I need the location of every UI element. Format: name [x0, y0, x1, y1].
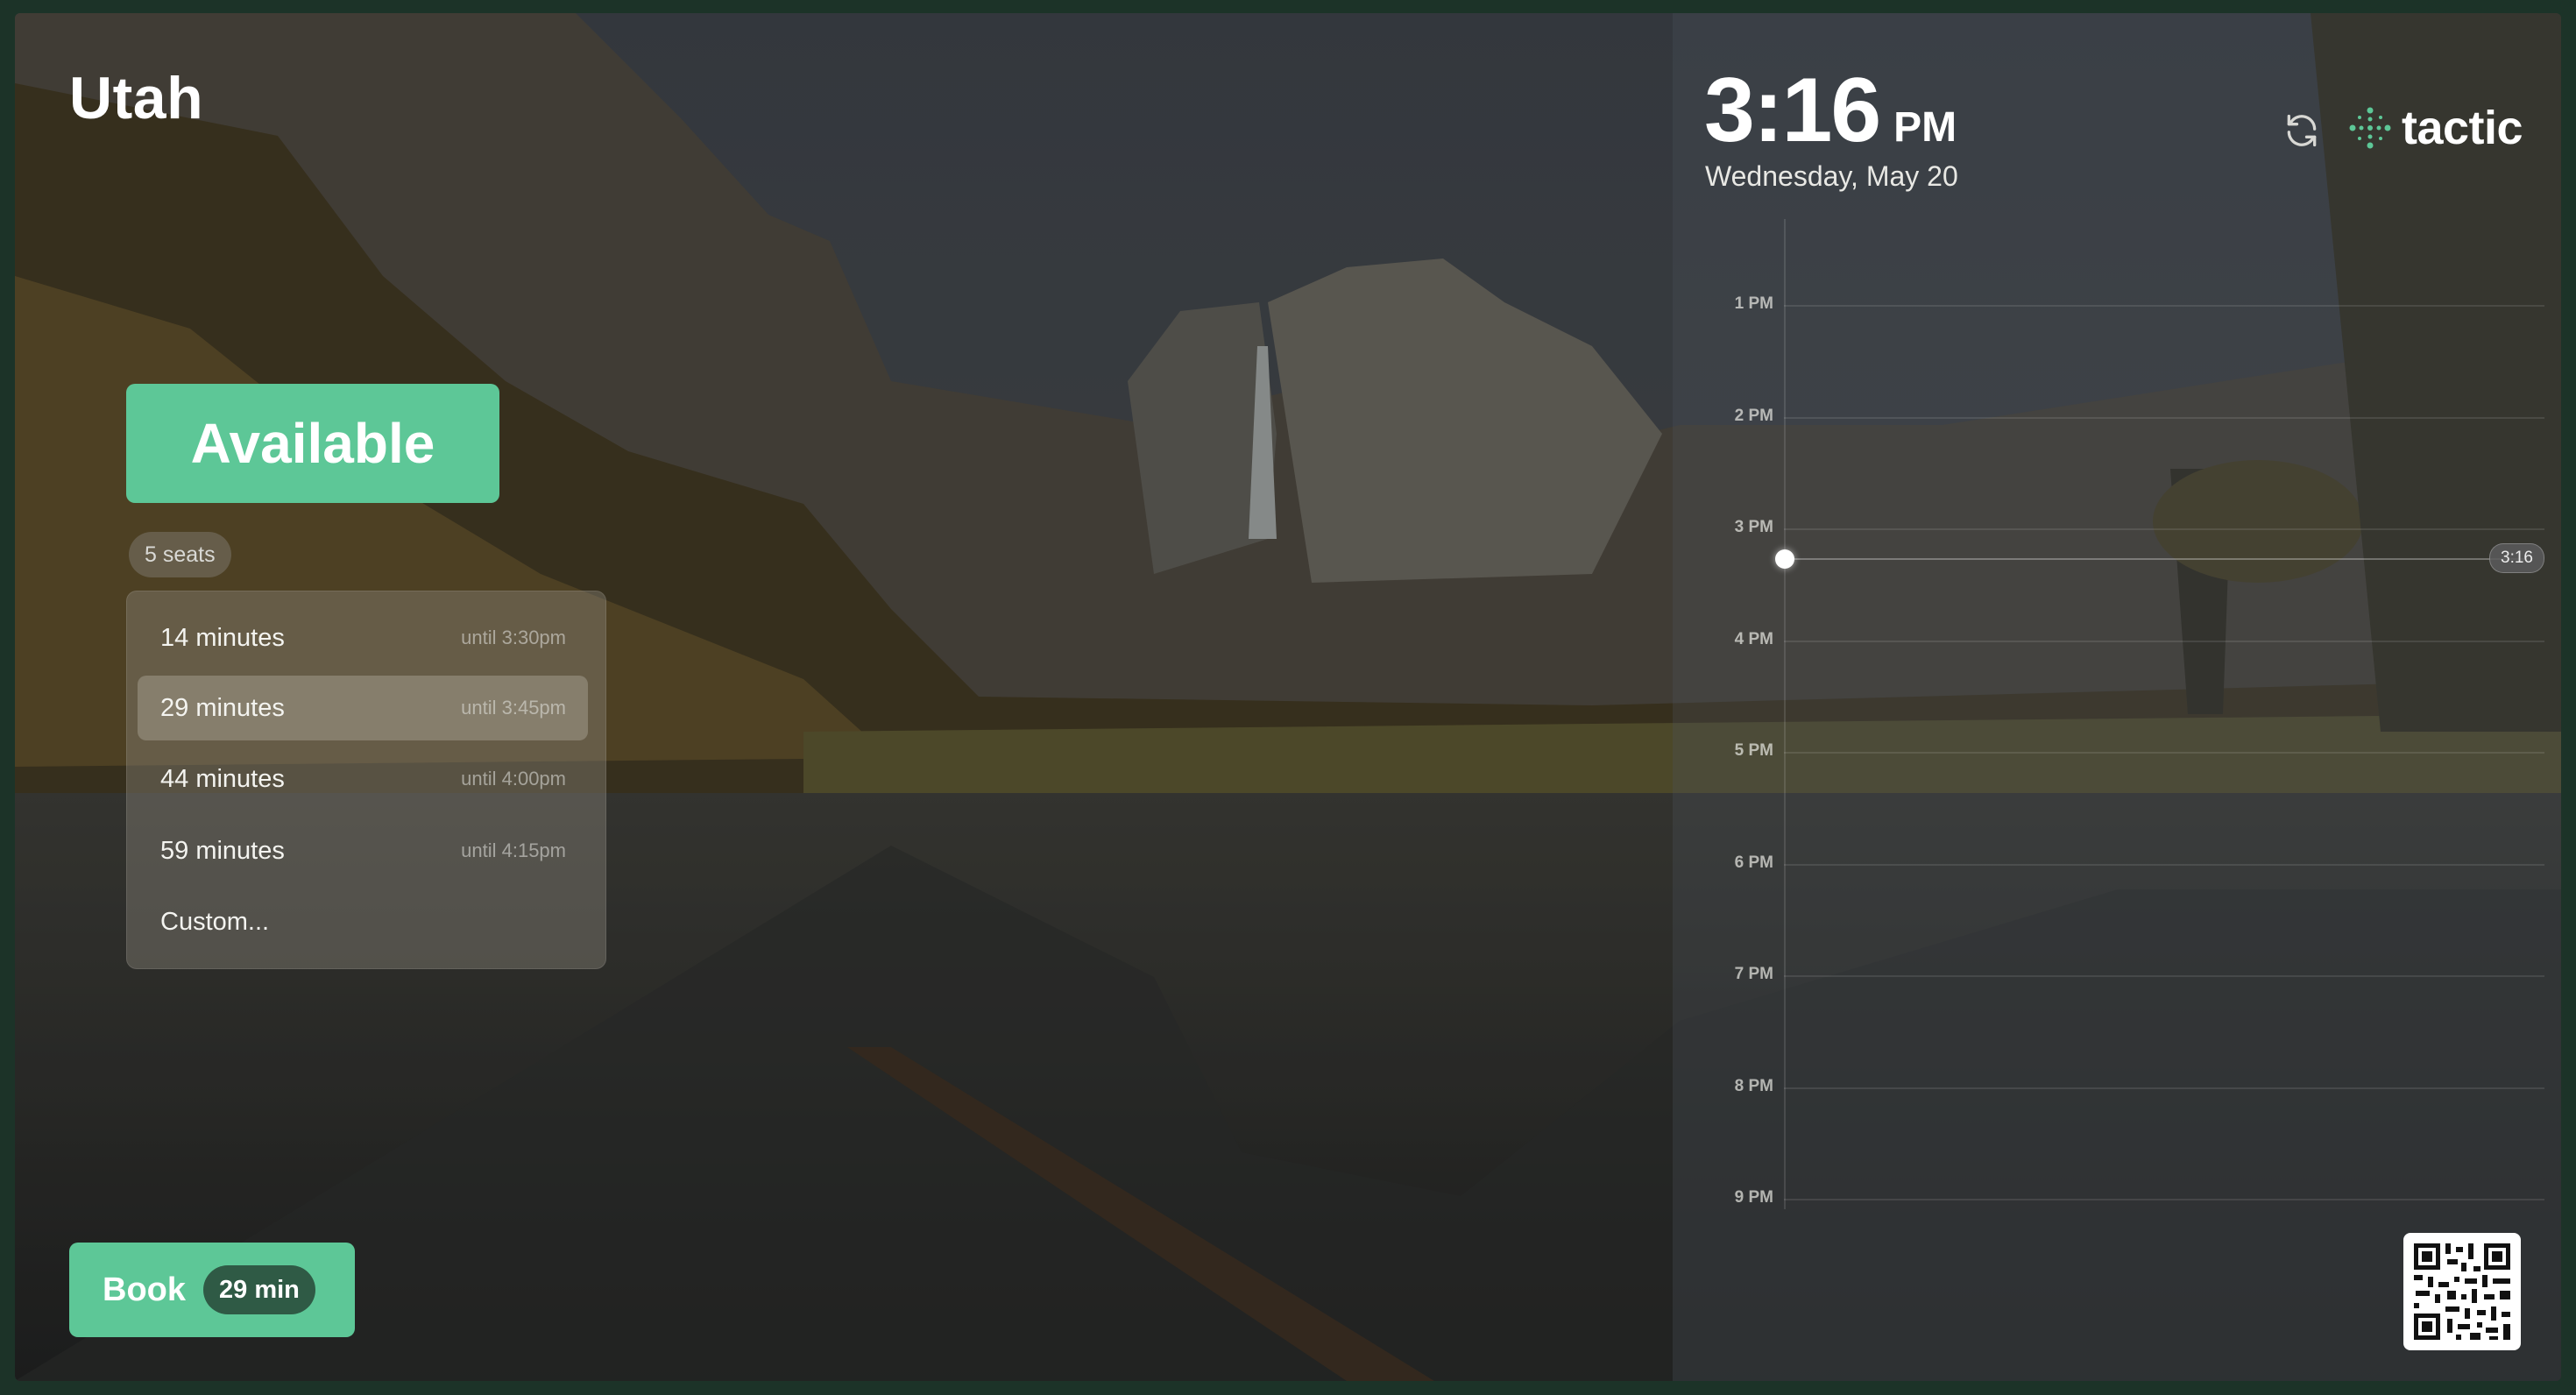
duration-menu: 14 minutes until 3:30pm 29 minutes until…: [126, 591, 606, 969]
timeline-hour-line: [1784, 752, 2544, 754]
duration-option-label: 44 minutes: [160, 764, 285, 793]
duration-option-14-minutes[interactable]: 14 minutes until 3:30pm: [138, 605, 588, 670]
book-button[interactable]: Book 29 min: [69, 1243, 355, 1337]
timeline-hour-line: [1784, 416, 2544, 419]
timeline-hour-label: 6 PM: [1734, 853, 1773, 872]
timeline-hour-label: 8 PM: [1734, 1076, 1773, 1095]
duration-option-until: until 3:30pm: [461, 627, 566, 648]
timeline-hour-line: [1784, 528, 2544, 530]
duration-option-label: 29 minutes: [160, 693, 285, 722]
duration-option-29-minutes[interactable]: 29 minutes until 3:45pm: [138, 676, 588, 740]
seats-capacity-pill: 5 seats: [129, 532, 231, 577]
timeline-hour-line: [1784, 1087, 2544, 1089]
book-duration-chip: 29 min: [203, 1265, 315, 1314]
timeline-axis: [1784, 219, 1786, 1209]
duration-option-label: 59 minutes: [160, 836, 285, 865]
timeline-hour-label: 2 PM: [1734, 406, 1773, 425]
duration-option-59-minutes[interactable]: 59 minutes until 4:15pm: [138, 818, 588, 883]
duration-option-label: 14 minutes: [160, 623, 285, 652]
qr-code-icon[interactable]: [2403, 1233, 2521, 1350]
room-title: Utah: [69, 65, 204, 131]
current-time-line: [1784, 558, 2527, 560]
current-time-chip: 3:16: [2489, 543, 2544, 573]
book-button-label: Book: [103, 1271, 186, 1308]
current-time-dot: [1775, 549, 1794, 569]
timeline-hour-label: 9 PM: [1734, 1188, 1773, 1207]
timeline-hour-line: [1784, 975, 2544, 977]
duration-option-until: until 4:15pm: [461, 839, 566, 861]
timeline-hour-line: [1784, 863, 2544, 866]
duration-option-custom[interactable]: Custom...: [138, 889, 588, 954]
timeline-hour-label: 1 PM: [1734, 294, 1773, 313]
timeline-hour-label: 5 PM: [1734, 741, 1773, 760]
duration-option-label: Custom...: [160, 907, 270, 936]
timeline-hour-line: [1784, 640, 2544, 642]
qr-code-graphic: [2414, 1243, 2510, 1340]
availability-status-label: Available: [190, 412, 435, 475]
timeline-hour-label: 4 PM: [1734, 629, 1773, 648]
duration-option-until: until 4:00pm: [461, 768, 566, 790]
room-display-screen: Utah Available 5 seats 14 minutes until …: [15, 13, 2561, 1381]
duration-option-44-minutes[interactable]: 44 minutes until 4:00pm: [138, 747, 588, 811]
schedule-timeline: 1 PM 2 PM 3 PM 4 PM 5 PM 6 PM 7 PM 8 PM 9 PM 3:16: [1673, 13, 2561, 1381]
timeline-hour-label: 7 PM: [1734, 965, 1773, 983]
timeline-hour-line: [1784, 1199, 2544, 1200]
timeline-hour-label: 3 PM: [1734, 518, 1773, 536]
timeline-hour-line: [1784, 305, 2544, 307]
duration-option-until: until 3:45pm: [461, 697, 566, 719]
availability-status-badge: Available: [126, 384, 499, 503]
